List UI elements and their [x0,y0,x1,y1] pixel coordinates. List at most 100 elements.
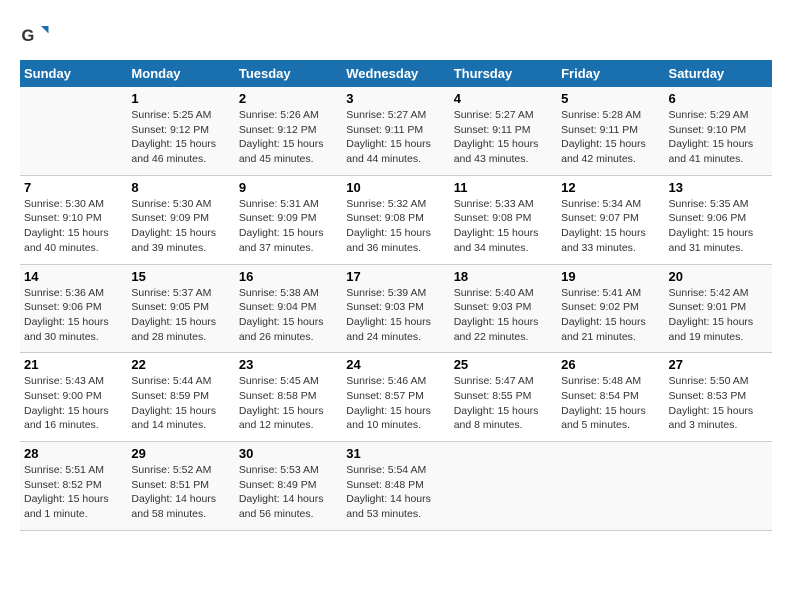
day-number: 12 [561,180,660,195]
day-info: Sunrise: 5:25 AMSunset: 9:12 PMDaylight:… [131,108,230,167]
day-number: 5 [561,91,660,106]
day-number: 4 [454,91,553,106]
calendar-cell: 22 Sunrise: 5:44 AMSunset: 8:59 PMDayligh… [127,353,234,442]
day-number: 23 [239,357,338,372]
day-number: 17 [346,269,445,284]
day-number: 22 [131,357,230,372]
calendar-cell [450,442,557,531]
day-number: 20 [669,269,768,284]
calendar-cell: 3Sunrise: 5:27 AMSunset: 9:11 PMDaylight… [342,87,449,175]
day-info: Sunrise: 5:41 AMSunset: 9:02 PMDaylight:… [561,286,660,345]
day-number: 10 [346,180,445,195]
day-number: 29 [131,446,230,461]
day-info: Sunrise: 5:31 AMSunset: 9:09 PMDaylight:… [239,197,338,256]
day-info: Sunrise: 5:33 AMSunset: 9:08 PMDaylight:… [454,197,553,256]
calendar-cell: 5 Sunrise: 5:28 AMSunset: 9:11 PMDaylight… [557,87,664,175]
calendar-cell: 31 Sunrise: 5:54 AMSunset: 8:48 PMDayligh… [342,442,449,531]
day-number: 2 [239,91,338,106]
day-info: Sunrise: 5:46 AMSunset: 8:57 PMDaylight:… [346,374,445,433]
calendar-cell [557,442,664,531]
column-header-saturday: Saturday [665,60,772,87]
day-info: Sunrise: 5:53 AMSunset: 8:49 PMDaylight:… [239,463,338,522]
calendar-body: 1 Sunrise: 5:25 AMSunset: 9:12 PMDaylight… [20,87,772,530]
column-header-wednesday: Wednesday [342,60,449,87]
calendar-cell: 25 Sunrise: 5:47 AMSunset: 8:55 PMDayligh… [450,353,557,442]
calendar-cell: 6 Sunrise: 5:29 AMSunset: 9:10 PMDaylight… [665,87,772,175]
day-number: 27 [669,357,768,372]
week-row-2: 7Sunrise: 5:30 AMSunset: 9:10 PMDaylight… [20,175,772,264]
day-number: 15 [131,269,230,284]
calendar-cell: 21 Sunrise: 5:43 AMSunset: 9:00 PMDayligh… [20,353,127,442]
calendar-cell: 29Sunrise: 5:52 AMSunset: 8:51 PMDayligh… [127,442,234,531]
day-number: 9 [239,180,338,195]
calendar-cell: 1 Sunrise: 5:25 AMSunset: 9:12 PMDaylight… [127,87,234,175]
calendar-cell: 7Sunrise: 5:30 AMSunset: 9:10 PMDaylight… [20,175,127,264]
calendar-cell: 10Sunrise: 5:32 AMSunset: 9:08 PMDayligh… [342,175,449,264]
day-number: 14 [24,269,123,284]
day-info: Sunrise: 5:36 AMSunset: 9:06 PMDaylight:… [24,286,123,345]
calendar-cell: 26Sunrise: 5:48 AMSunset: 8:54 PMDayligh… [557,353,664,442]
day-number: 16 [239,269,338,284]
week-row-4: 21 Sunrise: 5:43 AMSunset: 9:00 PMDayligh… [20,353,772,442]
calendar-cell: 30 Sunrise: 5:53 AMSunset: 8:49 PMDayligh… [235,442,342,531]
day-info: Sunrise: 5:48 AMSunset: 8:54 PMDaylight:… [561,374,660,433]
day-info: Sunrise: 5:44 AMSunset: 8:59 PMDaylight:… [131,374,230,433]
calendar-cell [665,442,772,531]
calendar-cell: 28Sunrise: 5:51 AMSunset: 8:52 PMDayligh… [20,442,127,531]
column-header-monday: Monday [127,60,234,87]
day-info: Sunrise: 5:40 AMSunset: 9:03 PMDaylight:… [454,286,553,345]
day-number: 13 [669,180,768,195]
calendar-cell: 15 Sunrise: 5:37 AMSunset: 9:05 PMDayligh… [127,264,234,353]
day-number: 24 [346,357,445,372]
logo-icon: G [20,20,50,50]
calendar-cell: 18 Sunrise: 5:40 AMSunset: 9:03 PMDayligh… [450,264,557,353]
day-number: 31 [346,446,445,461]
day-info: Sunrise: 5:27 AMSunset: 9:11 PMDaylight:… [454,108,553,167]
day-info: Sunrise: 5:43 AMSunset: 9:00 PMDaylight:… [24,374,123,433]
day-info: Sunrise: 5:37 AMSunset: 9:05 PMDaylight:… [131,286,230,345]
day-number: 1 [131,91,230,106]
calendar-cell: 20Sunrise: 5:42 AMSunset: 9:01 PMDayligh… [665,264,772,353]
column-header-tuesday: Tuesday [235,60,342,87]
day-info: Sunrise: 5:50 AMSunset: 8:53 PMDaylight:… [669,374,768,433]
calendar-cell: 8 Sunrise: 5:30 AMSunset: 9:09 PMDaylight… [127,175,234,264]
day-info: Sunrise: 5:54 AMSunset: 8:48 PMDaylight:… [346,463,445,522]
calendar-cell: 23Sunrise: 5:45 AMSunset: 8:58 PMDayligh… [235,353,342,442]
day-number: 11 [454,180,553,195]
svg-text:G: G [22,27,35,45]
calendar-table: SundayMondayTuesdayWednesdayThursdayFrid… [20,60,772,531]
day-info: Sunrise: 5:30 AMSunset: 9:10 PMDaylight:… [24,197,123,256]
day-info: Sunrise: 5:35 AMSunset: 9:06 PMDaylight:… [669,197,768,256]
calendar-cell: 19Sunrise: 5:41 AMSunset: 9:02 PMDayligh… [557,264,664,353]
calendar-cell: 9 Sunrise: 5:31 AMSunset: 9:09 PMDaylight… [235,175,342,264]
calendar-cell: 11 Sunrise: 5:33 AMSunset: 9:08 PMDayligh… [450,175,557,264]
day-number: 30 [239,446,338,461]
column-header-friday: Friday [557,60,664,87]
header-row: SundayMondayTuesdayWednesdayThursdayFrid… [20,60,772,87]
day-info: Sunrise: 5:47 AMSunset: 8:55 PMDaylight:… [454,374,553,433]
day-info: Sunrise: 5:29 AMSunset: 9:10 PMDaylight:… [669,108,768,167]
day-number: 18 [454,269,553,284]
week-row-1: 1 Sunrise: 5:25 AMSunset: 9:12 PMDaylight… [20,87,772,175]
page-header: G [20,20,772,50]
calendar-cell: 27 Sunrise: 5:50 AMSunset: 8:53 PMDayligh… [665,353,772,442]
calendar-header: SundayMondayTuesdayWednesdayThursdayFrid… [20,60,772,87]
column-header-thursday: Thursday [450,60,557,87]
day-info: Sunrise: 5:34 AMSunset: 9:07 PMDaylight:… [561,197,660,256]
day-info: Sunrise: 5:30 AMSunset: 9:09 PMDaylight:… [131,197,230,256]
day-info: Sunrise: 5:51 AMSunset: 8:52 PMDaylight:… [24,463,123,522]
day-number: 8 [131,180,230,195]
week-row-5: 28Sunrise: 5:51 AMSunset: 8:52 PMDayligh… [20,442,772,531]
day-info: Sunrise: 5:38 AMSunset: 9:04 PMDaylight:… [239,286,338,345]
calendar-cell: 12 Sunrise: 5:34 AMSunset: 9:07 PMDayligh… [557,175,664,264]
day-info: Sunrise: 5:28 AMSunset: 9:11 PMDaylight:… [561,108,660,167]
day-number: 25 [454,357,553,372]
calendar-cell [20,87,127,175]
calendar-cell: 13 Sunrise: 5:35 AMSunset: 9:06 PMDayligh… [665,175,772,264]
day-number: 6 [669,91,768,106]
calendar-cell: 24 Sunrise: 5:46 AMSunset: 8:57 PMDayligh… [342,353,449,442]
day-number: 21 [24,357,123,372]
calendar-cell: 16 Sunrise: 5:38 AMSunset: 9:04 PMDayligh… [235,264,342,353]
column-header-sunday: Sunday [20,60,127,87]
calendar-cell: 17Sunrise: 5:39 AMSunset: 9:03 PMDayligh… [342,264,449,353]
